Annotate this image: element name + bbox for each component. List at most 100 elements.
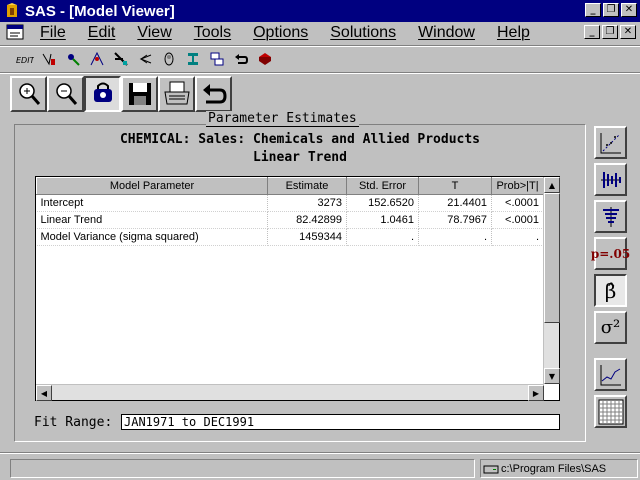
vertical-scrollbar[interactable]: ▲ ▼ [543, 177, 560, 384]
drive-icon [483, 465, 499, 473]
menu-window[interactable]: Window [418, 24, 475, 42]
residual-plot-button[interactable] [594, 126, 627, 159]
table-row[interactable]: Linear Trend 82.42899 1.0461 78.7967 <.0… [36, 211, 544, 229]
cell-t: . [418, 228, 492, 246]
options-icon[interactable] [184, 50, 202, 68]
p-value-button[interactable]: p=.05 [590, 237, 631, 270]
print-icon [163, 81, 190, 105]
menu-bar: File Edit View Tools Options Solutions W… [0, 22, 640, 44]
scroll-right-button[interactable]: ▶ [528, 385, 544, 401]
column-header-std-error[interactable]: Std. Error [346, 177, 419, 195]
program-editor-icon[interactable] [40, 50, 58, 68]
recall-icon[interactable] [136, 50, 154, 68]
table-row[interactable]: Intercept 3273 152.6520 21.4401 <.0001 [36, 194, 544, 212]
status-path-area: c:\Program Files\SAS [480, 459, 638, 478]
status-bar: c:\Program Files\SAS [0, 457, 640, 480]
vertical-scroll-thumb[interactable] [544, 193, 560, 323]
cell-parameter: Intercept [36, 194, 268, 212]
cell-prob: <.0001 [491, 194, 544, 212]
zoom-out-button[interactable] [47, 76, 84, 112]
results-icon[interactable] [88, 50, 106, 68]
menu-separator [0, 45, 640, 47]
menu-help[interactable]: Help [497, 24, 530, 42]
menu-view[interactable]: View [137, 24, 171, 42]
undo-icon[interactable] [232, 50, 250, 68]
column-header-t[interactable]: T [418, 177, 492, 195]
cell-estimate: 1459344 [267, 228, 347, 246]
close-button[interactable]: ✕ [621, 3, 637, 17]
return-button[interactable] [195, 76, 232, 112]
link-icon [93, 82, 112, 102]
data-table-icon [598, 399, 623, 424]
child-close-button[interactable]: ✕ [620, 25, 636, 39]
edit-icon[interactable]: EDIT [16, 50, 34, 68]
menu-options[interactable]: Options [253, 24, 308, 42]
toolbar-separator [0, 72, 640, 74]
cell-std-error: . [346, 228, 419, 246]
menu-solutions[interactable]: Solutions [330, 24, 396, 42]
title-bar: SAS - [Model Viewer] _ ❐ ✕ [0, 0, 640, 22]
window-title: SAS - [Model Viewer] [25, 2, 175, 20]
print-button[interactable] [158, 76, 195, 112]
scroll-left-button[interactable]: ◀ [36, 385, 52, 401]
return-icon [202, 84, 227, 104]
scroll-up-button[interactable]: ▲ [544, 177, 560, 193]
tile-icon[interactable] [208, 50, 226, 68]
statistics-button[interactable]: σ² [594, 311, 627, 344]
link-button[interactable] [84, 76, 121, 112]
parameter-table: Model Parameter Estimate Std. Error T Pr… [35, 176, 560, 401]
help-book-icon[interactable] [256, 50, 274, 68]
p-value-label: p=.05 [590, 246, 631, 261]
autocorrelation-icon [600, 171, 621, 188]
forecast-plot-icon [600, 364, 621, 385]
table-row[interactable]: Model Variance (sigma squared) 1459344 .… [36, 228, 544, 246]
scroll-down-button[interactable]: ▼ [544, 368, 560, 384]
horizontal-scrollbar[interactable]: ◀ ▶ [36, 384, 544, 401]
sas-app-icon[interactable] [3, 2, 21, 20]
document-icon[interactable] [6, 24, 26, 42]
status-separator [0, 452, 640, 454]
child-restore-button[interactable]: ❐ [602, 25, 618, 39]
zoom-out-icon [55, 83, 77, 105]
cell-estimate: 82.42899 [267, 211, 347, 229]
cell-std-error: 1.0461 [346, 211, 419, 229]
data-table-button[interactable] [594, 395, 627, 428]
sigma-squared-label: σ² [600, 317, 621, 338]
autocorrelation-button[interactable] [594, 163, 627, 196]
explorer-icon[interactable] [64, 50, 82, 68]
cell-t: 78.7967 [418, 211, 492, 229]
table-header-row: Model Parameter Estimate Std. Error T Pr… [36, 177, 544, 195]
forecast-plot-button[interactable] [594, 358, 627, 391]
cell-parameter: Linear Trend [36, 211, 268, 229]
submit-icon[interactable] [112, 50, 130, 68]
child-minimize-button[interactable]: _ [584, 25, 600, 39]
library-icon[interactable] [160, 50, 178, 68]
white-noise-icon [602, 206, 619, 227]
column-header-prob[interactable]: Prob>|T| [491, 177, 544, 195]
zoom-in-icon [18, 83, 40, 105]
cell-prob: . [491, 228, 544, 246]
menu-tools[interactable]: Tools [194, 24, 231, 42]
large-toolbar [10, 76, 232, 112]
parameter-estimates-button[interactable]: β̂ [594, 274, 627, 307]
cell-std-error: 152.6520 [346, 194, 419, 212]
restore-button[interactable]: ❐ [603, 3, 619, 17]
fit-range-label: Fit Range: [34, 415, 113, 430]
menu-file[interactable]: File [40, 24, 66, 42]
model-name: Linear Trend [253, 150, 347, 165]
menu-edit[interactable]: Edit [88, 24, 116, 42]
cell-parameter: Model Variance (sigma squared) [36, 228, 268, 246]
zoom-in-button[interactable] [10, 76, 47, 112]
column-header-parameter[interactable]: Model Parameter [36, 177, 268, 195]
fit-range-field[interactable]: JAN1971 to DEC1991 [121, 414, 560, 430]
column-header-estimate[interactable]: Estimate [267, 177, 347, 195]
status-path: c:\Program Files\SAS [501, 462, 607, 475]
white-noise-button[interactable] [594, 200, 627, 233]
cell-t: 21.4401 [418, 194, 492, 212]
residual-plot-icon [600, 132, 621, 153]
cell-prob: <.0001 [491, 211, 544, 229]
panel-title: Parameter Estimates [206, 111, 359, 127]
minimize-button[interactable]: _ [585, 3, 601, 17]
save-button[interactable] [121, 76, 158, 112]
status-message-area [10, 459, 475, 478]
